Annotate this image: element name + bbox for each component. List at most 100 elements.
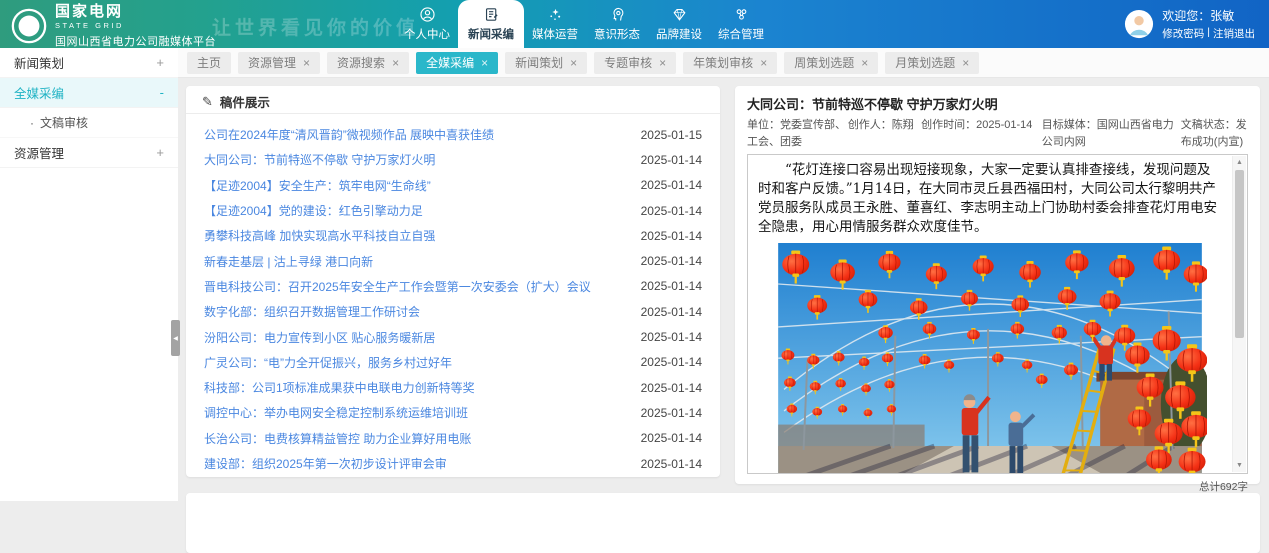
article-title-link[interactable]: 勇攀科技高峰 加快实现高水平科技自立自强 <box>204 227 435 244</box>
article-title-link[interactable]: 科技部：公司1项标准成果获中电联电力创新特等奖 <box>204 379 475 396</box>
expand-icon[interactable]: + <box>156 145 164 160</box>
article-date: 2025-01-14 <box>641 355 702 369</box>
article-preview-panel: 大同公司：节前特巡不停歇 守护万家灯火明 单位：党委宣传部、工会、团委 创作人：… <box>735 86 1260 484</box>
preview-scrollbar[interactable]: ▲ ▼ <box>1232 156 1246 472</box>
article-list-item[interactable]: 广灵公司：“电”力全开促振兴，服务乡村过好年 2025-01-14 <box>186 350 720 375</box>
tab-weekly-plan-topics[interactable]: 周策划选题 × <box>784 52 878 74</box>
article-date: 2025-01-14 <box>641 457 702 471</box>
nav-label: 媒体运营 <box>532 26 578 42</box>
close-icon[interactable]: × <box>861 57 868 69</box>
article-list-item[interactable]: 建设部：组织2025年第一次初步设计评审会审 2025-01-14 <box>186 451 720 476</box>
sidebar-item-manuscript-review[interactable]: · 文稿审核 <box>0 108 178 138</box>
tab-label: 资源搜索 <box>337 54 385 71</box>
preview-meta: 单位：党委宣传部、工会、团委 创作人：陈翔 创作时间：2025-01-14 目标… <box>747 117 1248 150</box>
tab-omnimedia-editing[interactable]: 全媒采编 × <box>416 52 498 74</box>
scroll-up-icon[interactable]: ▲ <box>1233 159 1246 166</box>
article-title-link[interactable]: 晋电科技公司：召开2025年安全生产工作会暨第一次安委会（扩大）会议 <box>204 278 591 295</box>
article-title-link[interactable]: 【足迹2004】安全生产：筑牢电网“生命线” <box>204 177 431 194</box>
user-box: 欢迎您：张敏 修改密码 | 注销退出 <box>1124 7 1255 41</box>
article-list-item[interactable]: 晋电科技公司：召开2025年安全生产工作会暨第一次安委会（扩大）会议 2025-… <box>186 274 720 299</box>
tab-resource-search[interactable]: 资源搜索 × <box>327 52 409 74</box>
change-password-link[interactable]: 修改密码 <box>1162 26 1204 41</box>
logout-link[interactable]: 注销退出 <box>1213 26 1255 41</box>
article-list: 公司在2024年度“清风晋韵”微视频作品 展映中喜获佳绩 2025-01-15 … <box>186 114 720 476</box>
article-date: 2025-01-14 <box>641 178 702 192</box>
article-title-link[interactable]: 【足迹2004】党的建设：红色引擎动力足 <box>204 202 423 219</box>
nav-item-ideology[interactable]: 意识形态 <box>586 0 648 48</box>
news-edit-icon <box>483 6 500 23</box>
close-icon[interactable]: × <box>962 57 969 69</box>
article-list-item[interactable]: 大同公司：节前特巡不停歇 守护万家灯火明 2025-01-14 <box>186 147 720 172</box>
close-icon[interactable]: × <box>481 57 488 69</box>
article-date: 2025-01-14 <box>641 153 702 167</box>
tab-news-planning[interactable]: 新闻策划 × <box>505 52 587 74</box>
article-list-item[interactable]: 调控中心：举办电网安全稳定控制系统运维培训班 2025-01-14 <box>186 400 720 425</box>
state-grid-logo-icon <box>10 7 48 45</box>
media-ops-icon <box>547 6 564 23</box>
nav-item-news-editing[interactable]: 新闻采编 <box>458 0 524 48</box>
article-title-link[interactable]: 公司在2024年度“清风晋韵”微视频作品 展映中喜获佳绩 <box>204 126 494 143</box>
sidebar-item-resource-management[interactable]: 资源管理 + <box>0 138 178 168</box>
sidebar-subitem-label: 文稿审核 <box>40 114 88 131</box>
article-list-title: 稿件展示 <box>220 92 270 111</box>
tab-resource-management[interactable]: 资源管理 × <box>238 52 320 74</box>
article-title-link[interactable]: 大同公司：节前特巡不停歇 守护万家灯火明 <box>204 151 435 168</box>
article-date: 2025-01-14 <box>641 279 702 293</box>
sidebar-collapse-handle[interactable]: ◀ <box>171 320 180 356</box>
meta-unit: 单位：党委宣传部、工会、团委 <box>747 117 848 150</box>
article-title-link[interactable]: 数字化部：组织召开数据管理工作研讨会 <box>204 303 420 320</box>
tab-annual-plan-review[interactable]: 年策划审核 × <box>683 52 777 74</box>
article-list-item[interactable]: 长治公司：电费核算精益管控 助力企业算好用电账 2025-01-14 <box>186 426 720 451</box>
article-date: 2025-01-14 <box>641 229 702 243</box>
welcome-text: 欢迎您：张敏 <box>1162 7 1255 24</box>
tab-topic-review[interactable]: 专题审核 × <box>594 52 676 74</box>
close-icon[interactable]: × <box>659 57 666 69</box>
article-title-link[interactable]: 调控中心：举办电网安全稳定控制系统运维培训班 <box>204 404 468 421</box>
sidebar-item-omnimedia-editing[interactable]: 全媒采编 - <box>0 78 178 108</box>
nav-item-media-operation[interactable]: 媒体运营 <box>524 0 586 48</box>
article-title-link[interactable]: 长治公司：电费核算精益管控 助力企业算好用电账 <box>204 430 471 447</box>
close-icon[interactable]: × <box>570 57 577 69</box>
scroll-down-icon[interactable]: ▼ <box>1233 462 1246 469</box>
avatar[interactable] <box>1124 9 1154 39</box>
draft-icon: ✎ <box>202 94 213 110</box>
article-date: 2025-01-14 <box>641 431 702 445</box>
article-list-item[interactable]: 【足迹2004】党的建设：红色引擎动力足 2025-01-14 <box>186 198 720 223</box>
article-title-link[interactable]: 汾阳公司：电力宣传到小区 贴心服务暖新居 <box>204 329 435 346</box>
tab-label: 月策划选题 <box>895 54 955 71</box>
article-date: 2025-01-14 <box>641 381 702 395</box>
tab-home[interactable]: 主页 <box>187 52 231 74</box>
article-list-item[interactable]: 勇攀科技高峰 加快实现高水平科技自立自强 2025-01-14 <box>186 223 720 248</box>
tab-label: 资源管理 <box>248 54 296 71</box>
nav-item-brand-building[interactable]: 品牌建设 <box>648 0 710 48</box>
article-list-item[interactable]: 汾阳公司：电力宣传到小区 贴心服务暖新居 2025-01-14 <box>186 324 720 349</box>
article-list-item[interactable]: 【足迹2004】安全生产：筑牢电网“生命线” 2025-01-14 <box>186 173 720 198</box>
article-photo <box>773 243 1207 474</box>
sidebar-item-label: 资源管理 <box>14 143 64 162</box>
collapse-group-icon[interactable]: - <box>160 85 164 100</box>
sidebar-item-news-planning[interactable]: 新闻策划 + <box>0 48 178 78</box>
close-icon[interactable]: × <box>760 57 767 69</box>
word-count: 总计692字 <box>747 479 1248 494</box>
article-title-link[interactable]: 建设部：组织2025年第一次初步设计评审会审 <box>204 455 447 472</box>
article-list-item[interactable]: 新春走基层 | 沽上寻绿 港口向新 2025-01-14 <box>186 248 720 273</box>
article-title-link[interactable]: 新春走基层 | 沽上寻绿 港口向新 <box>204 253 373 270</box>
management-icon <box>733 6 750 23</box>
nav-item-comprehensive-management[interactable]: 综合管理 <box>710 0 772 48</box>
logo: 国家电网 STATE GRID 国网山西省电力公司融媒体平台 <box>10 4 216 49</box>
article-title-link[interactable]: 广灵公司：“电”力全开促振兴，服务乡村过好年 <box>204 354 452 371</box>
tab-monthly-plan-topics[interactable]: 月策划选题 × <box>885 52 979 74</box>
article-date: 2025-01-14 <box>641 330 702 344</box>
close-icon[interactable]: × <box>392 57 399 69</box>
expand-icon[interactable]: + <box>156 55 164 70</box>
logo-subtitle: STATE GRID <box>55 21 216 30</box>
nav-item-personal-center[interactable]: 个人中心 <box>396 0 458 48</box>
tab-label: 主页 <box>197 54 221 71</box>
article-list-item[interactable]: 公司在2024年度“清风晋韵”微视频作品 展映中喜获佳绩 2025-01-15 <box>186 122 720 147</box>
nav-label: 品牌建设 <box>656 26 702 42</box>
article-list-header: ✎ 稿件展示 <box>186 86 720 114</box>
close-icon[interactable]: × <box>303 57 310 69</box>
article-list-item[interactable]: 数字化部：组织召开数据管理工作研讨会 2025-01-14 <box>186 299 720 324</box>
scrollbar-thumb[interactable] <box>1235 170 1244 338</box>
article-list-item[interactable]: 科技部：公司1项标准成果获中电联电力创新特等奖 2025-01-14 <box>186 375 720 400</box>
